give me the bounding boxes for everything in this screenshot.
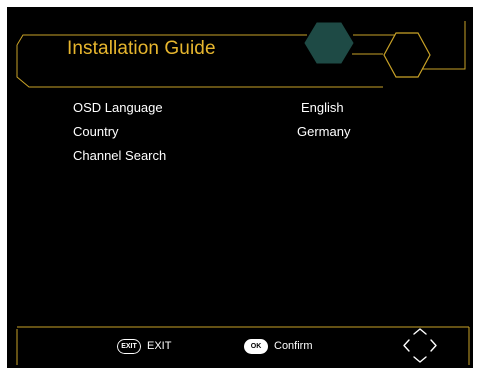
- menu-item-channel-search-label[interactable]: Channel Search: [73, 148, 166, 163]
- menu-item-country-value[interactable]: Germany: [297, 124, 350, 139]
- decorative-frame: [16, 21, 470, 365]
- hexagon-filled-icon: [304, 22, 354, 64]
- ok-key-icon: OK: [244, 339, 268, 354]
- hexagon-outline-icon: [383, 32, 431, 78]
- osd-screen: Installation Guide OSD Language English …: [7, 7, 473, 368]
- menu-item-osd-language-label[interactable]: OSD Language: [73, 100, 163, 115]
- exit-key-icon: EXIT: [116, 338, 142, 355]
- four-way-arrows-icon: [403, 328, 437, 363]
- menu-item-osd-language-value[interactable]: English: [301, 100, 344, 115]
- exit-hint-label: EXIT: [147, 340, 172, 352]
- menu-item-country-label[interactable]: Country: [73, 124, 119, 139]
- confirm-hint-label: Confirm: [274, 340, 313, 352]
- page-title: Installation Guide: [67, 38, 216, 59]
